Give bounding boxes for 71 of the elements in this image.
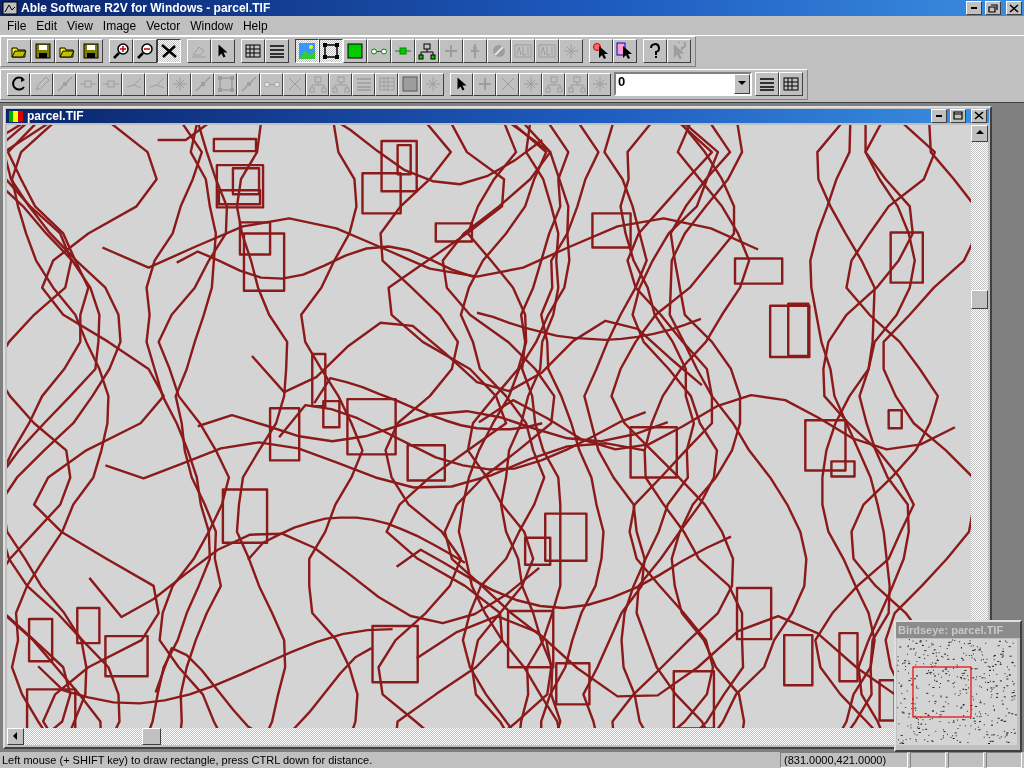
grid-icon: [244, 42, 262, 61]
restore-icon: [988, 3, 998, 13]
sparkle-icon: [170, 75, 189, 94]
window-title: Able Software R2V for Windows - parcel.TIF: [21, 1, 272, 16]
frame-icon: [216, 75, 235, 94]
status-pane: [948, 751, 984, 768]
label-frame-icon: [514, 42, 532, 61]
scroll-thumb[interactable]: [971, 290, 988, 310]
stacked-lines-icon: [268, 42, 286, 61]
sparkle-icon: [590, 75, 609, 94]
stacked-lines-icon: [354, 75, 373, 94]
minimize-button[interactable]: [966, 1, 982, 16]
restore-button[interactable]: [985, 1, 1001, 16]
zoom-out-icon: [136, 42, 154, 61]
close-button[interactable]: [1006, 1, 1022, 16]
status-pane: [986, 751, 1022, 768]
pointer-icon: [218, 44, 228, 59]
layer-select[interactable]: 0: [614, 72, 752, 97]
toolbar-button[interactable]: [295, 39, 319, 64]
grid-icon: [782, 75, 800, 94]
grid-icon: [377, 75, 396, 94]
birdseye-title: Birdseye: parcel.TIF: [896, 621, 1020, 638]
connected-nodes-icon: [263, 80, 280, 88]
tree-nodes-icon: [544, 75, 563, 94]
diagonal-line-icon: [193, 75, 212, 94]
minimize-icon: [936, 114, 942, 117]
pointer-icon: [456, 77, 467, 92]
status-pane: [910, 751, 946, 768]
sparkle-icon: [521, 75, 540, 94]
tree-nodes-icon: [567, 75, 586, 94]
toolbar-button[interactable]: [157, 39, 181, 64]
raster-image-icon: [298, 42, 316, 61]
box-pointer-icon: [616, 42, 634, 61]
frame-icon: [322, 42, 340, 61]
filled-square-icon: [346, 42, 364, 61]
dropdown-button[interactable]: [734, 74, 750, 95]
minimize-button[interactable]: [931, 108, 947, 123]
diagonal-line-icon: [239, 75, 258, 94]
menu-item[interactable]: Vector: [141, 18, 186, 33]
close-icon: [974, 111, 984, 121]
tree-nodes-icon: [418, 42, 436, 61]
sparkle-icon: [423, 75, 442, 94]
menu-item[interactable]: Image: [97, 18, 142, 33]
document-title: parcel.TIF: [27, 108, 85, 123]
rotate-icon: [9, 75, 28, 94]
status-message: Left mouse (+ SHIFT key) to draw rectangle, press CTRL down for distance.: [2, 753, 374, 766]
filled-square-icon: [400, 75, 419, 94]
pencil-icon: [32, 75, 51, 94]
close-button[interactable]: [971, 108, 987, 123]
sparkle-icon: [562, 42, 580, 61]
menu-item[interactable]: File: [2, 18, 32, 33]
coordinates-readout: (831.0000,421.0000): [780, 751, 908, 768]
diagonal-line-icon: [55, 75, 74, 94]
menu-item[interactable]: Window: [185, 18, 238, 33]
connected-nodes-icon: [371, 47, 387, 55]
stacked-lines-icon: [758, 75, 776, 94]
label-frame-icon: [538, 42, 556, 61]
zoom-in-icon: [112, 42, 130, 61]
delete-pointer-icon: [592, 42, 610, 61]
minimize-icon: [971, 7, 977, 10]
close-icon: [1009, 3, 1019, 13]
document-icon: [8, 108, 24, 123]
tree-nodes-icon: [308, 75, 327, 94]
scroll-up-button[interactable]: [971, 125, 988, 143]
menu-item[interactable]: Edit: [31, 18, 63, 33]
menu-item[interactable]: View: [62, 18, 98, 33]
maximize-button[interactable]: [950, 108, 966, 123]
maximize-icon: [953, 111, 963, 121]
tree-nodes-icon: [331, 75, 350, 94]
menu-item[interactable]: Help: [237, 18, 273, 33]
toolbar-button[interactable]: [319, 39, 343, 64]
